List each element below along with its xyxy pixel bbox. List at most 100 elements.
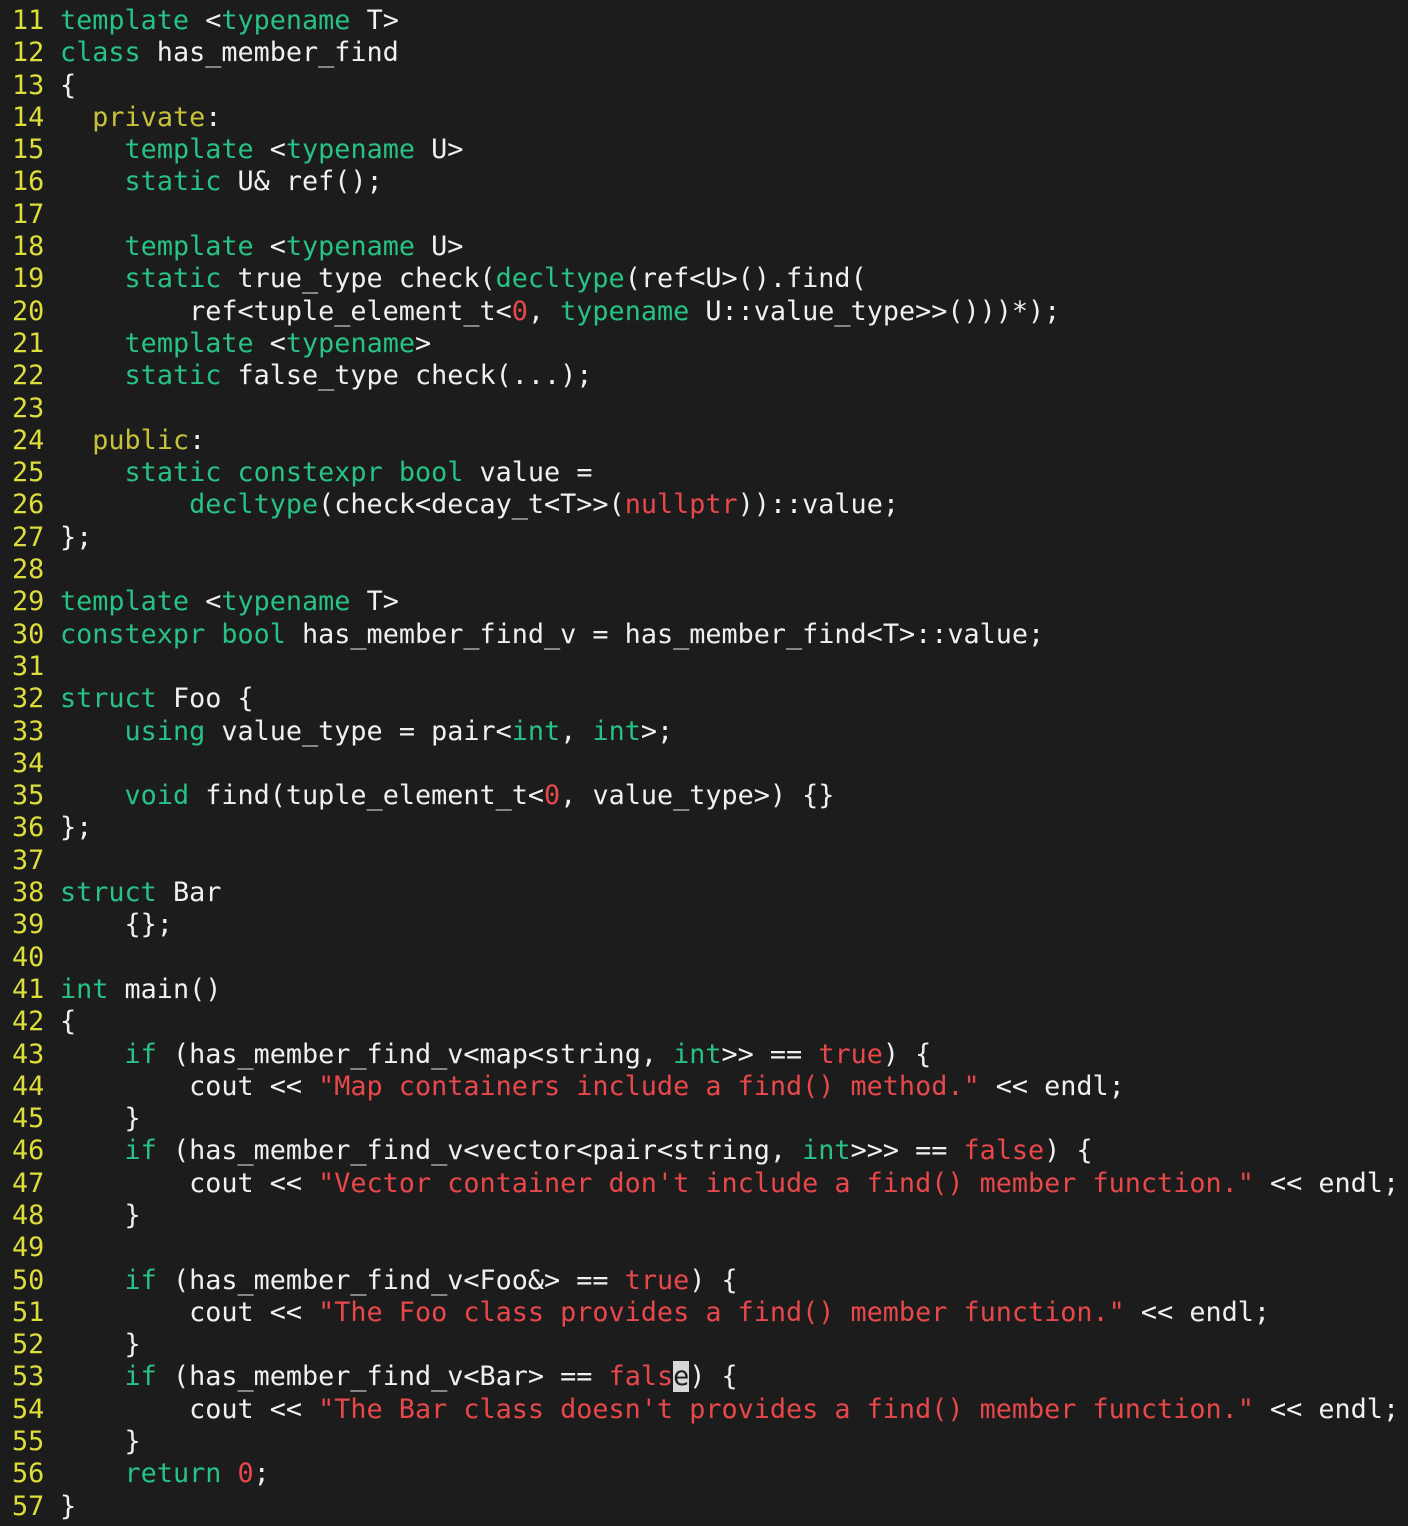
code-token: (has_member_find_v<Foo&> ==	[156, 1264, 625, 1296]
code-line[interactable]: 39 {};	[0, 909, 1408, 941]
code-token: (check<decay_t<T>>(	[318, 489, 625, 521]
code-line[interactable]: 32 struct Foo {	[0, 683, 1408, 715]
code-text[interactable]: ref<tuple_element_t<0, typename U::value…	[60, 296, 1060, 327]
code-line[interactable]: 42 {	[0, 1006, 1408, 1038]
code-line[interactable]: 51 cout << "The Foo class provides a fin…	[0, 1297, 1408, 1329]
code-line[interactable]: 28	[0, 554, 1408, 586]
code-text[interactable]: {	[60, 1006, 76, 1037]
code-line[interactable]: 30 constexpr bool has_member_find_v = has…	[0, 619, 1408, 651]
code-line[interactable]: 44 cout << "Map containers include a fin…	[0, 1071, 1408, 1103]
code-line[interactable]: 33 using value_type = pair<int, int>;	[0, 716, 1408, 748]
code-text[interactable]: }	[60, 1103, 141, 1134]
code-text[interactable]: static false_type check(...);	[60, 360, 593, 391]
code-text[interactable]: cout << "Vector container don't include …	[60, 1168, 1399, 1199]
code-text[interactable]: class has_member_find	[60, 37, 399, 68]
code-text[interactable]: static U& ref();	[60, 166, 383, 197]
code-text[interactable]: static true_type check(decltype(ref<U>()…	[60, 263, 867, 294]
code-line[interactable]: 31	[0, 651, 1408, 683]
code-line[interactable]: 13 {	[0, 70, 1408, 102]
code-text[interactable]: cout << "The Foo class provides a find()…	[60, 1297, 1270, 1328]
code-text[interactable]: };	[60, 812, 92, 843]
code-line[interactable]: 57}	[0, 1491, 1408, 1523]
code-text[interactable]: }	[60, 1329, 141, 1360]
code-token: Foo {	[156, 683, 254, 715]
code-line[interactable]: 49	[0, 1232, 1408, 1264]
code-text[interactable]: template <typename T>	[60, 5, 399, 36]
code-line[interactable]: 38 struct Bar	[0, 877, 1408, 909]
code-line[interactable]: 56 return 0;	[0, 1458, 1408, 1490]
code-line[interactable]: 12 class has_member_find	[0, 37, 1408, 69]
code-text[interactable]: if (has_member_find_v<vector<pair<string…	[60, 1135, 1093, 1166]
code-line[interactable]: 24 public:	[0, 425, 1408, 457]
code-line[interactable]: 46 if (has_member_find_v<vector<pair<str…	[0, 1135, 1408, 1167]
code-text[interactable]: int main()	[60, 974, 221, 1005]
code-text[interactable]: using value_type = pair<int, int>;	[60, 715, 674, 747]
code-text[interactable]: if (has_member_find_v<Foo&> == true) {	[60, 1265, 738, 1296]
code-text[interactable]: public:	[60, 425, 205, 456]
code-line[interactable]: 16 static U& ref();	[0, 166, 1408, 198]
code-text[interactable]: {};	[60, 909, 173, 940]
code-text[interactable]: template <typename U>	[60, 231, 464, 262]
keyword-token: int	[673, 1038, 722, 1070]
code-line[interactable]: 26 decltype(check<decay_t<T>>(nullptr)):…	[0, 489, 1408, 521]
code-text[interactable]: template <typename>	[60, 328, 432, 359]
code-line[interactable]: 35 void find(tuple_element_t<0, value_ty…	[0, 780, 1408, 812]
code-text[interactable]: static constexpr bool value =	[60, 457, 593, 488]
code-token: Bar	[156, 877, 222, 909]
code-text[interactable]: }	[60, 1426, 141, 1457]
code-line[interactable]: 37	[0, 845, 1408, 877]
code-line[interactable]: 20 ref<tuple_element_t<0, typename U::va…	[0, 296, 1408, 328]
code-line[interactable]: 41 int main()	[0, 974, 1408, 1006]
code-line[interactable]: 14 private:	[0, 102, 1408, 134]
code-token: U& ref();	[221, 166, 383, 198]
code-text[interactable]: cout << "The Bar class doesn't provides …	[60, 1394, 1399, 1425]
code-line[interactable]: 36};	[0, 812, 1408, 844]
code-line[interactable]: 47 cout << "Vector container don't inclu…	[0, 1168, 1408, 1200]
number-literal-token: 0	[544, 780, 561, 812]
code-text[interactable]: }	[60, 1200, 141, 1231]
code-line[interactable]: 11 template <typename T>	[0, 5, 1408, 37]
code-line[interactable]: 25 static constexpr bool value =	[0, 457, 1408, 489]
code-line[interactable]: 52 }	[0, 1329, 1408, 1361]
code-line[interactable]: 53 if (has_member_find_v<Bar> == false) …	[0, 1361, 1408, 1393]
code-line[interactable]: 34	[0, 748, 1408, 780]
code-line[interactable]: 29 template <typename T>	[0, 586, 1408, 618]
code-line[interactable]: 22 static false_type check(...);	[0, 360, 1408, 392]
code-text[interactable]: if (has_member_find_v<Bar> == false) {	[60, 1361, 738, 1393]
code-line[interactable]: 21 template <typename>	[0, 328, 1408, 360]
string-literal-token: "Map containers include a find() method.…	[318, 1070, 980, 1102]
code-text[interactable]: void find(tuple_element_t<0, value_type>…	[60, 780, 835, 812]
code-text[interactable]: };	[60, 522, 92, 553]
code-line[interactable]: 48 }	[0, 1200, 1408, 1232]
code-editor[interactable]: 11 template <typename T> 12 class has_membe…	[0, 0, 1408, 1526]
code-text[interactable]: template <typename U>	[60, 134, 464, 166]
keyword-token: template	[124, 134, 254, 166]
code-line[interactable]: 43 if (has_member_find_v<map<string, int…	[0, 1039, 1408, 1071]
code-text[interactable]: return 0;	[60, 1458, 270, 1489]
code-text[interactable]: cout << "Map containers include a find()…	[60, 1071, 1125, 1102]
code-token: ) {	[689, 1361, 738, 1393]
code-line[interactable]: 15 template <typename U>	[0, 134, 1408, 166]
code-line[interactable]: 55 }	[0, 1426, 1408, 1458]
code-text[interactable]: constexpr bool has_member_find_v = has_m…	[60, 619, 1044, 650]
code-line[interactable]: 54 cout << "The Bar class doesn't provid…	[0, 1394, 1408, 1426]
code-text[interactable]: decltype(check<decay_t<T>>(nullptr))::va…	[60, 489, 899, 520]
code-line[interactable]: 23	[0, 393, 1408, 425]
code-text[interactable]: {	[60, 70, 76, 101]
code-line[interactable]: 50 if (has_member_find_v<Foo&> == true) …	[0, 1265, 1408, 1297]
code-token: >> ==	[721, 1038, 819, 1070]
code-text[interactable]: }	[60, 1491, 76, 1522]
code-text[interactable]: struct Foo {	[60, 683, 254, 714]
code-line[interactable]: 17	[0, 199, 1408, 231]
code-line[interactable]: 18 template <typename U>	[0, 231, 1408, 263]
code-text[interactable]: if (has_member_find_v<map<string, int>> …	[60, 1038, 932, 1070]
code-line[interactable]: 45 }	[0, 1103, 1408, 1135]
code-text[interactable]: private:	[60, 102, 221, 133]
code-line[interactable]: 40	[0, 942, 1408, 974]
code-token: ,	[560, 715, 593, 747]
code-line[interactable]: 27};	[0, 522, 1408, 554]
code-line[interactable]: 19 static true_type check(decltype(ref<U…	[0, 263, 1408, 295]
code-text[interactable]: template <typename T>	[60, 586, 399, 617]
code-text[interactable]: struct Bar	[60, 877, 221, 908]
